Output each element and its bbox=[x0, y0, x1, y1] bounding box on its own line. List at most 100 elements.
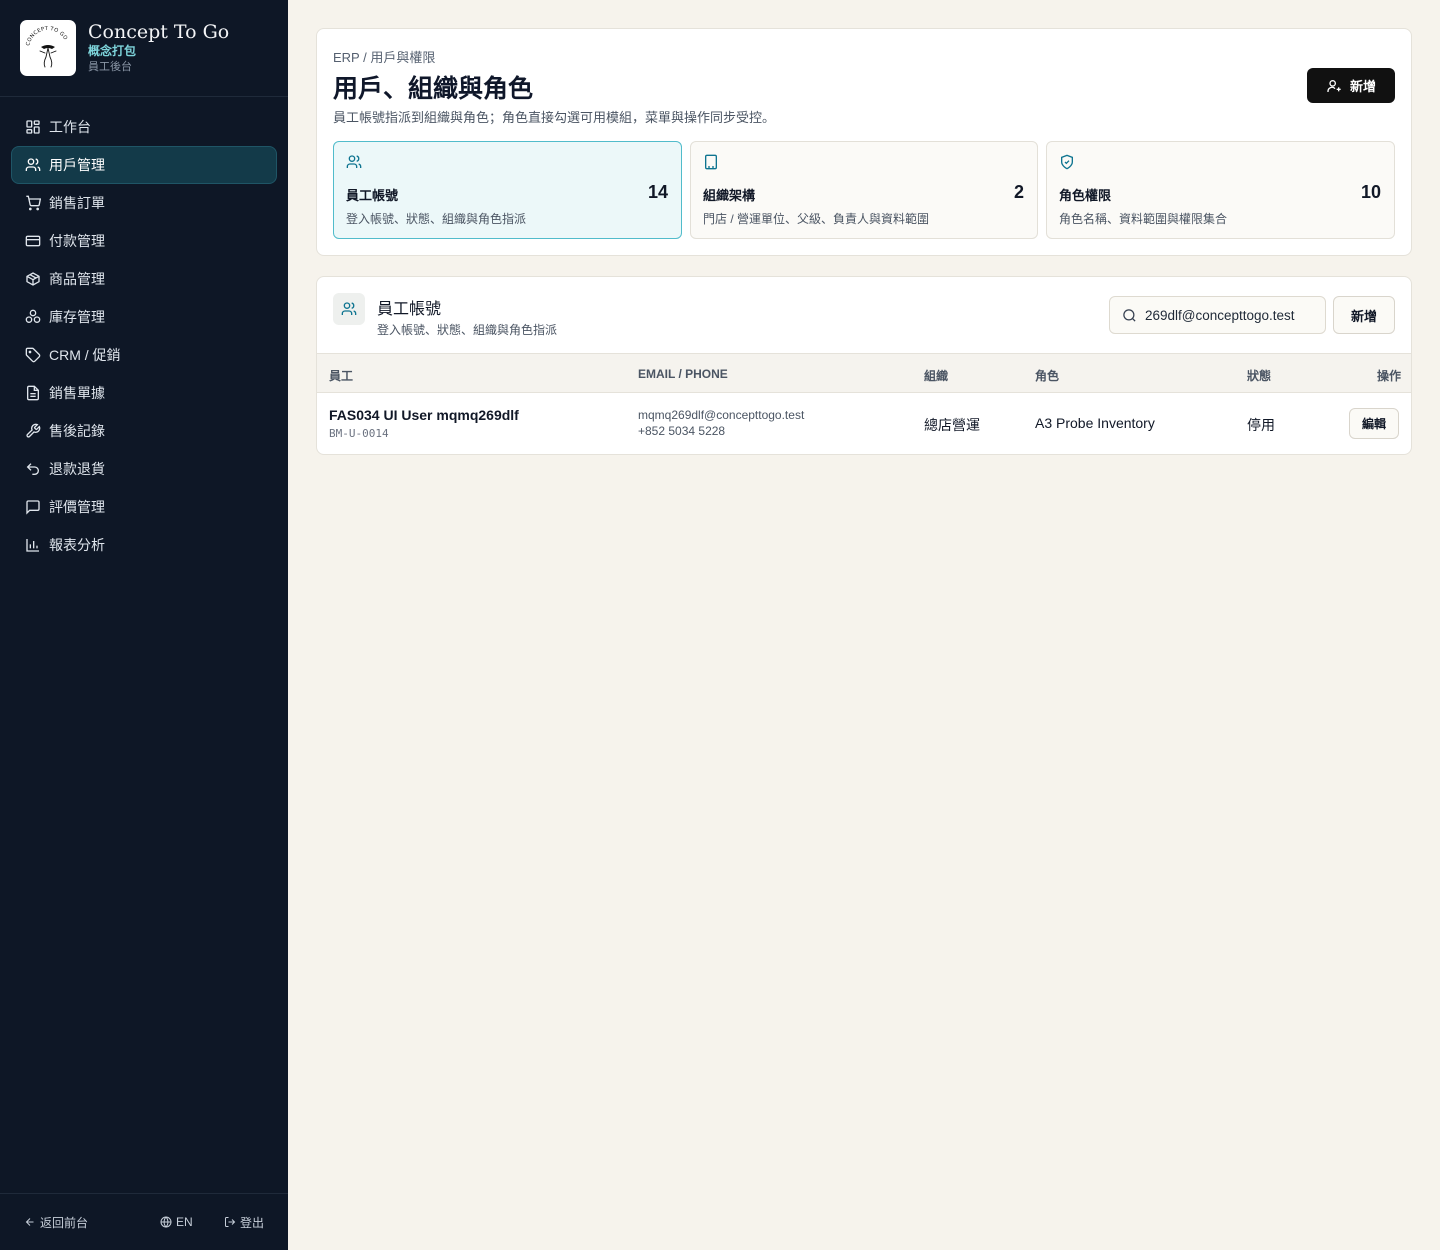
dashboard-icon bbox=[26, 120, 40, 134]
back-label: 返回前台 bbox=[40, 1215, 89, 1230]
stat-title: 角色權限 bbox=[1059, 188, 1112, 203]
stat-description: 登入帳號、狀態、組織與角色指派 bbox=[346, 212, 527, 226]
brand-name-cn: 概念打包 bbox=[88, 44, 137, 58]
stat-count: 14 bbox=[647, 182, 668, 202]
sidebar-item-label: 商品管理 bbox=[49, 271, 105, 287]
boxes-icon bbox=[25, 309, 41, 323]
brand: CONCEPT TO GO Concept To Go 概念打包 員工後台 bbox=[0, 0, 288, 97]
stat-description: 角色名稱、資料範圍與權限集合 bbox=[1059, 212, 1228, 226]
list-title: 員工帳號 bbox=[377, 299, 442, 318]
sidebar-item-reports[interactable]: 報表分析 bbox=[11, 526, 277, 564]
sidebar-item-dashboard[interactable]: 工作台 bbox=[11, 108, 277, 146]
page-description: 員工帳號指派到組織與角色；角色直接勾選可用模組，菜單與操作同步受控。 bbox=[333, 110, 776, 125]
user-plus-icon bbox=[1327, 79, 1341, 92]
language-switch[interactable]: EN bbox=[160, 1215, 224, 1229]
svg-text:CONCEPT TO GO: CONCEPT TO GO bbox=[25, 26, 68, 47]
list-icon-box bbox=[333, 293, 365, 325]
column-header-status: 狀態 bbox=[1247, 369, 1272, 383]
brand-name: Concept To Go bbox=[88, 21, 230, 43]
edit-button[interactable]: 編輯 bbox=[1349, 408, 1399, 439]
search-value: 269dlf@concepttogo.test bbox=[1145, 307, 1295, 323]
logout-label: 登出 bbox=[240, 1215, 265, 1230]
employee-code: BM-U-0014 bbox=[329, 427, 389, 440]
sidebar-item-label: 報表分析 bbox=[49, 537, 105, 553]
sidebar-item-sales-orders[interactable]: 銷售訂單 bbox=[11, 184, 277, 222]
back-to-storefront-link[interactable]: 返回前台 bbox=[24, 1214, 160, 1231]
add-employee-label: 新增 bbox=[1350, 308, 1377, 324]
language-label: EN bbox=[176, 1215, 193, 1229]
column-header-employee: 員工 bbox=[329, 369, 354, 383]
table-row: FAS034 UI User mqmq269dlf BM-U-0014 mqmq… bbox=[317, 393, 1411, 454]
stat-count: 2 bbox=[1013, 182, 1024, 202]
sidebar-item-refunds[interactable]: 退款退貨 bbox=[11, 450, 277, 488]
stat-card-roles[interactable]: 角色權限 10 角色名稱、資料範圍與權限集合 bbox=[1046, 141, 1395, 239]
users-icon bbox=[341, 302, 357, 315]
sidebar-item-label: 退款退貨 bbox=[49, 461, 105, 477]
sidebar-item-label: 工作台 bbox=[49, 119, 91, 135]
list-subtitle: 登入帳號、狀態、組織與角色指派 bbox=[377, 323, 558, 337]
logo-icon: CONCEPT TO GO bbox=[25, 26, 68, 68]
wrench-icon bbox=[26, 423, 41, 438]
column-header-email-phone: EMAIL / PHONE bbox=[638, 367, 728, 381]
sidebar-item-label: 付款管理 bbox=[49, 233, 105, 249]
globe-icon bbox=[160, 1216, 172, 1228]
sidebar-item-label: 銷售訂單 bbox=[49, 195, 105, 211]
sidebar-item-label: 銷售單據 bbox=[49, 385, 105, 401]
sidebar-item-label: 用戶管理 bbox=[49, 157, 105, 173]
employee-list-card: 員工帳號 登入帳號、狀態、組織與角色指派 269dlf@concepttogo.… bbox=[316, 276, 1412, 455]
logout-icon bbox=[225, 1217, 236, 1227]
sidebar-item-after-sales[interactable]: 售後記錄 bbox=[11, 412, 277, 450]
sidebar-item-label: 售後記錄 bbox=[49, 423, 105, 439]
stat-count: 10 bbox=[1360, 182, 1381, 202]
role-cell: A3 Probe Inventory bbox=[1035, 415, 1155, 431]
users-icon bbox=[25, 158, 41, 171]
stat-card-organizations[interactable]: 組織架構 2 門店 / 營運單位、父級、負責人與資料範圍 bbox=[690, 141, 1038, 239]
add-employee-button[interactable]: 新增 bbox=[1333, 296, 1395, 334]
sidebar-item-reviews[interactable]: 評價管理 bbox=[11, 488, 277, 526]
credit-card-icon bbox=[25, 235, 41, 247]
sidebar-item-sales-documents[interactable]: 銷售單據 bbox=[11, 374, 277, 412]
table-header: 員工 EMAIL / PHONE 組織 角色 狀態 操作 bbox=[317, 353, 1411, 393]
users-icon bbox=[346, 155, 362, 168]
brand-subtitle: 員工後台 bbox=[88, 61, 132, 73]
sidebar-item-users[interactable]: 用戶管理 bbox=[11, 146, 277, 184]
employee-cell: FAS034 UI User mqmq269dlf BM-U-0014 bbox=[329, 407, 519, 440]
search-icon bbox=[1123, 308, 1136, 322]
status-cell: 停用 bbox=[1247, 417, 1275, 433]
search-input[interactable]: 269dlf@concepttogo.test bbox=[1109, 296, 1326, 334]
sidebar-item-products[interactable]: 商品管理 bbox=[11, 260, 277, 298]
sidebar-item-label: 評價管理 bbox=[49, 499, 105, 515]
employee-email: mqmq269dlf@concepttogo.test bbox=[638, 408, 805, 422]
sidebar-nav: 工作台 用戶管理 銷售訂單 付款管理 商品管理 庫存管理 CRM / 促銷 銷售… bbox=[0, 97, 288, 564]
edit-button-label: 編輯 bbox=[1361, 417, 1386, 431]
page-header-card: ERP / 用戶與權限 用戶、組織與角色 員工帳號指派到組織與角色；角色直接勾選… bbox=[316, 28, 1412, 256]
contact-cell: mqmq269dlf@concepttogo.test +852 5034 52… bbox=[638, 407, 804, 439]
add-button[interactable]: 新增 bbox=[1307, 68, 1395, 103]
sidebar-item-label: 庫存管理 bbox=[49, 309, 105, 325]
cart-icon bbox=[26, 195, 41, 211]
arrow-left-icon bbox=[25, 1218, 34, 1226]
sidebar-item-crm[interactable]: CRM / 促銷 bbox=[11, 336, 277, 374]
shield-check-icon bbox=[1061, 154, 1073, 170]
tag-icon bbox=[25, 347, 41, 363]
employee-phone: +852 5034 5228 bbox=[638, 424, 726, 438]
message-icon bbox=[26, 500, 40, 515]
breadcrumb: ERP / 用戶與權限 bbox=[333, 50, 436, 65]
stat-card-employees[interactable]: 員工帳號 14 登入帳號、狀態、組織與角色指派 bbox=[333, 141, 682, 239]
employee-name: FAS034 UI User mqmq269dlf bbox=[329, 407, 519, 423]
stat-title: 組織架構 bbox=[703, 188, 756, 203]
column-header-actions: 操作 bbox=[1376, 369, 1401, 383]
sidebar: CONCEPT TO GO Concept To Go 概念打包 員工後台 工作… bbox=[0, 0, 288, 1250]
stat-description: 門店 / 營運單位、父級、負責人與資料範圍 bbox=[703, 212, 930, 226]
brand-logo[interactable]: CONCEPT TO GO bbox=[20, 20, 76, 76]
logout-link[interactable]: 登出 bbox=[224, 1214, 264, 1231]
sidebar-item-inventory[interactable]: 庫存管理 bbox=[11, 298, 277, 336]
add-button-label: 新增 bbox=[1349, 79, 1376, 94]
page-title: 用戶、組織與角色 bbox=[333, 74, 534, 103]
sidebar-item-label: CRM / 促銷 bbox=[49, 347, 121, 363]
organization-cell: 總店營運 bbox=[924, 417, 980, 433]
package-icon bbox=[26, 272, 40, 286]
sidebar-item-payments[interactable]: 付款管理 bbox=[11, 222, 277, 260]
bar-chart-icon bbox=[26, 539, 39, 552]
building-icon bbox=[705, 154, 717, 170]
